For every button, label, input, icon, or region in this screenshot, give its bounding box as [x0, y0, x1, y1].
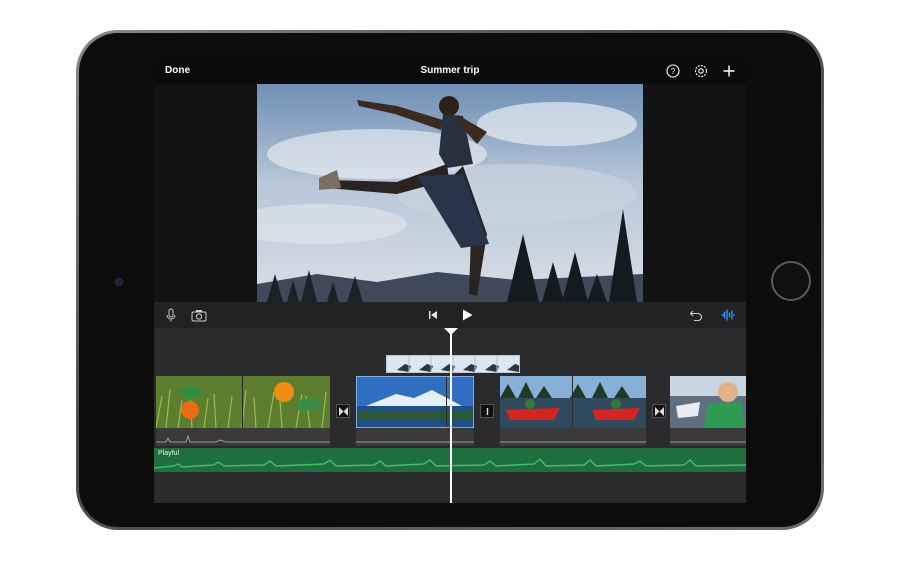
audio-waveform-icon[interactable]: [719, 306, 737, 324]
add-icon[interactable]: [720, 62, 738, 80]
kids-in-grass-audio: [156, 428, 330, 446]
timeline[interactable]: Playful: [154, 328, 746, 503]
play-icon[interactable]: [458, 306, 476, 324]
project-title: Summer trip: [420, 65, 480, 76]
playhead[interactable]: [450, 328, 452, 503]
camera-icon[interactable]: [190, 306, 208, 324]
child-in-car-audio: [670, 428, 746, 446]
microphone-icon[interactable]: [162, 306, 180, 324]
timeline-toolbar: [154, 302, 746, 328]
video-viewer: [154, 84, 746, 302]
child-in-car-clip[interactable]: [670, 376, 746, 428]
transition-1[interactable]: [336, 404, 350, 418]
imovie-screen: Done Summer trip ? Playful: [154, 58, 746, 503]
nav-icon-group: ?: [664, 62, 738, 80]
skip-to-start-icon[interactable]: [424, 306, 442, 324]
settings-icon[interactable]: [692, 62, 710, 80]
mountain-lake-clip[interactable]: [356, 376, 474, 428]
transition-2[interactable]: [480, 404, 494, 418]
svg-text:?: ?: [671, 67, 676, 76]
kids-in-grass-clip[interactable]: [156, 376, 330, 428]
nav-bar: Done Summer trip ?: [154, 58, 746, 84]
mountain-lake-audio: [356, 428, 474, 446]
video-preview-frame[interactable]: [257, 84, 643, 302]
transition-3[interactable]: [652, 404, 666, 418]
help-icon[interactable]: ?: [664, 62, 682, 80]
home-button[interactable]: [771, 261, 811, 301]
red-kayak-clip[interactable]: [500, 376, 646, 428]
red-kayak-audio: [500, 428, 646, 446]
front-camera: [115, 278, 123, 286]
overlay-clip[interactable]: [386, 355, 520, 373]
undo-icon[interactable]: [687, 306, 705, 324]
